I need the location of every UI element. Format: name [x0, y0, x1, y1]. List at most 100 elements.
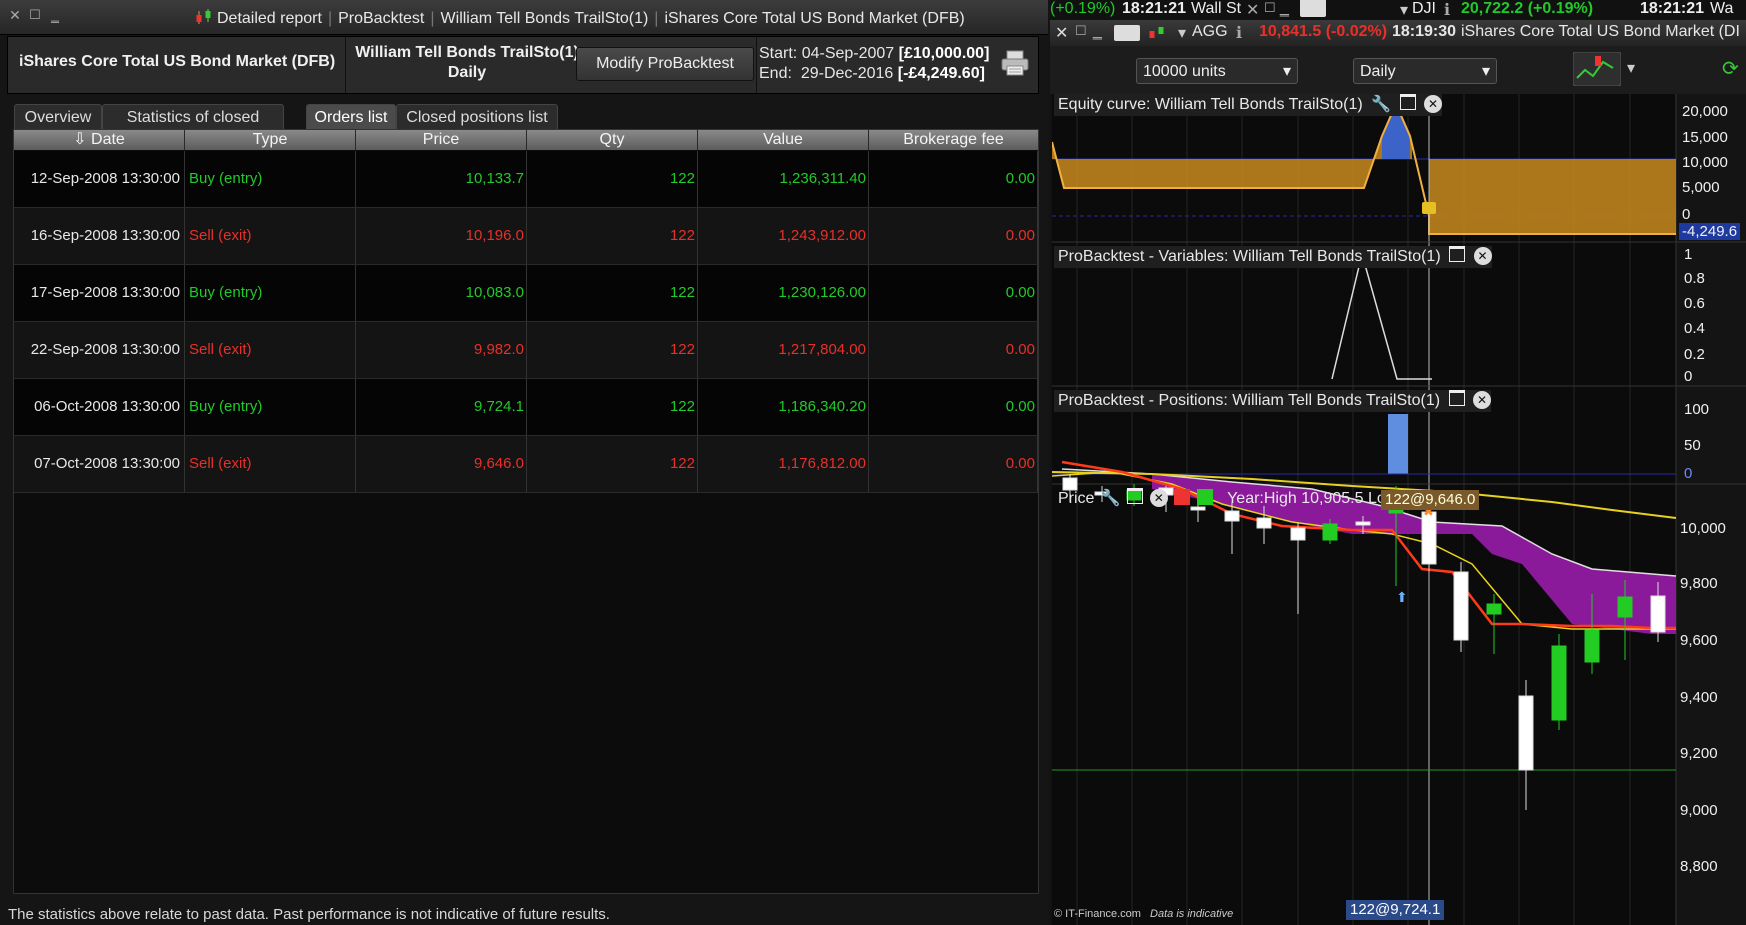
chart-symbol: AGG: [1192, 23, 1228, 40]
indicative-text: Data is indicative: [1150, 908, 1234, 920]
window-icon[interactable]: [1448, 390, 1465, 406]
report-title: Detailed report | ProBacktest | William Tell…: [195, 8, 965, 28]
price-axis-tick: 8,800: [1680, 858, 1718, 875]
price-axis-tick: 10,000: [1680, 520, 1726, 537]
toolbar-overflow-icon[interactable]: ⟳: [1722, 56, 1739, 81]
sell-order-icon[interactable]: [1174, 489, 1191, 505]
table-row[interactable]: 16-Sep-2008 13:30:00 Sell (exit) 10,196.0 1…: [14, 208, 1038, 265]
table-row[interactable]: 17-Sep-2008 13:30:00 Buy (entry) 10,083.0 1…: [14, 265, 1038, 322]
cell-qty: 122: [527, 379, 698, 435]
cell-value: 1,217,804.00: [698, 322, 869, 378]
table-row[interactable]: 12-Sep-2008 13:30:00 Buy (entry) 10,133.7 1…: [14, 151, 1038, 208]
window-icon[interactable]: [1449, 246, 1466, 262]
table-row[interactable]: 06-Oct-2008 13:30:00 Buy (entry) 9,724.1 12…: [14, 379, 1038, 436]
window-icon[interactable]: [1127, 488, 1144, 504]
detailed-report-window: ✕ ☐ ‗ Detailed report | ProBacktest | Willia…: [0, 0, 1048, 925]
wrench-icon[interactable]: 🔧: [1371, 96, 1391, 113]
start-label: Start:: [759, 45, 798, 62]
cell-qty: 122: [527, 265, 698, 321]
start-capital: [£10,000.00]: [898, 45, 990, 62]
cell-value: 1,176,812.00: [698, 436, 869, 492]
close-circle-icon[interactable]: ✕: [1423, 95, 1442, 113]
equity-last-value: -4,249.6: [1679, 223, 1741, 240]
tab-closed-positions-list[interactable]: Closed positions list: [396, 104, 558, 131]
column-header-qty[interactable]: Qty: [527, 130, 698, 150]
period-select[interactable]: Daily ▾: [1353, 58, 1497, 84]
equity-axis-tick: 0: [1682, 206, 1691, 223]
year-high-low: Year:High 10,905.5 Low: [1227, 490, 1398, 507]
chart-time: 18:19:30: [1392, 23, 1457, 40]
variables-axis-tick: 0.8: [1684, 270, 1705, 287]
tab-statistics-closed-trades[interactable]: Statistics of closed trades: [102, 104, 284, 152]
strategy-name: William Tell Bonds TrailSto(1): [355, 44, 579, 61]
minimize-icon[interactable]: ‗: [1093, 23, 1102, 41]
chevron-down-icon[interactable]: ▾: [1627, 58, 1635, 78]
keyboard-icon[interactable]: [1300, 0, 1326, 17]
buy-order-icon[interactable]: [1196, 489, 1213, 505]
restore-icon[interactable]: ☐: [1075, 23, 1087, 39]
cell-fee: 0.00: [869, 322, 1038, 378]
ticker-strip: (+0.19%) 18:21:21 Wall St ✕ ☐ ‗ ▾ DJI ℹ …: [1050, 0, 1746, 20]
keyboard-icon[interactable]: [1114, 25, 1140, 41]
table-row[interactable]: 07-Oct-2008 13:30:00 Sell (exit) 9,646.0 12…: [14, 436, 1038, 493]
variables-axis-tick: 0.6: [1684, 295, 1705, 312]
tab-orders-list[interactable]: Orders list: [306, 104, 396, 131]
end-result: [-£4,249.60]: [897, 65, 985, 82]
cell-fee: 0.00: [869, 436, 1038, 492]
positions-axis-tick: 100: [1684, 401, 1710, 418]
cell-type: Sell (exit): [185, 208, 356, 264]
cell-fee: 0.00: [869, 208, 1038, 264]
chevron-down-icon[interactable]: ▾: [1400, 0, 1408, 20]
cell-type: Sell (exit): [185, 436, 356, 492]
cell-fee: 0.00: [869, 379, 1038, 435]
close-circle-icon[interactable]: ✕: [1473, 247, 1492, 265]
info-icon[interactable]: ℹ: [1236, 23, 1242, 43]
variables-axis-tick: 0: [1684, 368, 1693, 385]
column-header-brokerage-fee[interactable]: Brokerage fee: [869, 130, 1038, 150]
start-date: 04-Sep-2007: [801, 45, 895, 62]
cell-qty: 122: [527, 151, 698, 207]
units-select[interactable]: 10000 units ▾: [1136, 58, 1298, 84]
window-icon[interactable]: [1399, 94, 1416, 110]
minimize-icon[interactable]: ‗: [1280, 0, 1289, 18]
column-header-price[interactable]: Price: [356, 130, 527, 150]
table-row[interactable]: 22-Sep-2008 13:30:00 Sell (exit) 9,982.0 12…: [14, 322, 1038, 379]
tab-overview[interactable]: Overview: [14, 104, 102, 131]
dji-value: 20,722.2 (+0.19%): [1461, 0, 1594, 17]
cell-date: 12-Sep-2008 13:30:00: [14, 151, 185, 207]
restore-icon[interactable]: ☐: [28, 8, 42, 22]
candlestick-icon: [196, 9, 211, 24]
print-icon[interactable]: [1000, 49, 1030, 77]
wrench-icon[interactable]: 🔧: [1101, 490, 1121, 507]
restore-icon[interactable]: ☐: [1264, 0, 1276, 16]
minimize-icon[interactable]: ‗: [48, 8, 62, 22]
column-header-type[interactable]: Type: [185, 130, 356, 150]
candlestick-icon: [1149, 27, 1164, 38]
cell-price: 10,133.7: [356, 151, 527, 207]
dji-time: 18:21:21: [1640, 0, 1705, 17]
close-icon[interactable]: ✕: [1055, 23, 1068, 43]
chevron-down-icon[interactable]: ▾: [1178, 23, 1186, 43]
close-circle-icon[interactable]: ✕: [1472, 391, 1491, 409]
cell-value: 1,236,311.40: [698, 151, 869, 207]
column-header-date[interactable]: ⇩ Date: [14, 130, 185, 150]
table-header: ⇩ Date Type Price Qty Value Brokerage fe…: [14, 130, 1038, 150]
cell-type: Buy (entry): [185, 379, 356, 435]
close-circle-icon[interactable]: ✕: [1149, 489, 1168, 507]
add-indicator-icon[interactable]: [1573, 52, 1621, 86]
close-icon[interactable]: ✕: [1246, 0, 1259, 20]
report-title-part-2: ProBacktest: [338, 10, 425, 27]
modify-probacktest-button[interactable]: Modify ProBacktest: [576, 47, 754, 81]
instrument-name: iShares Core Total US Bond Market (DFB): [19, 53, 336, 70]
cell-type: Buy (entry): [185, 151, 356, 207]
report-titlebar: ✕ ☐ ‗ Detailed report | ProBacktest | Willia…: [0, 0, 1048, 35]
variables-axis-tick: 1: [1684, 246, 1693, 263]
info-icon[interactable]: ℹ: [1444, 0, 1450, 20]
column-header-value[interactable]: Value: [698, 130, 869, 150]
close-icon[interactable]: ✕: [8, 8, 22, 22]
chart-titlebar: ✕ ☐ ‗ ▾ AGG ℹ 10,841.5 (-0.02%) 18:19:30…: [1050, 20, 1746, 46]
cell-value: 1,243,912.00: [698, 208, 869, 264]
period-value: Daily: [1360, 63, 1396, 80]
chart-toolbar: 10000 units ▾ Daily ▾ ▾ ⟳: [1050, 46, 1746, 94]
chart-copyright: © IT-Finance.com Data is indicative: [1054, 908, 1233, 920]
